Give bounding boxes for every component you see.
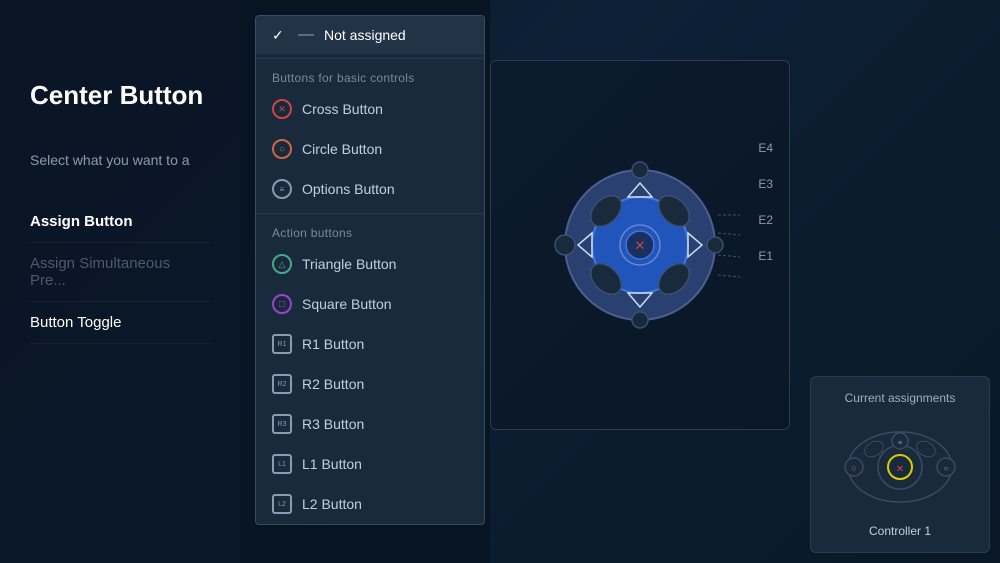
l2-label: L2 Button	[302, 496, 362, 512]
dropdown-menu[interactable]: ✓ — Not assigned Buttons for basic contr…	[255, 15, 485, 525]
r1-label: R1 Button	[302, 336, 364, 352]
svg-text:✕: ✕	[635, 238, 646, 253]
assignments-panel: Current assignments ✕ ≡ ○ ○ Controller 1	[810, 376, 990, 553]
options-icon: ≡	[272, 179, 292, 199]
assignments-title: Current assignments	[825, 391, 975, 405]
svg-text:✕: ✕	[896, 464, 904, 475]
e1-label: E1	[758, 249, 773, 263]
divider-1	[256, 58, 484, 59]
r3-icon: R3	[272, 414, 292, 434]
cross-icon: ✕	[272, 99, 292, 119]
circle-icon: ○	[272, 139, 292, 159]
e4-label: E4	[758, 141, 773, 155]
svg-text:≡: ≡	[898, 440, 902, 447]
triangle-label: Triangle Button	[302, 256, 396, 272]
dropdown-item-r2[interactable]: R2 R2 Button	[256, 364, 484, 404]
check-icon: ✓	[272, 27, 288, 44]
dropdown-item-r1[interactable]: R1 R1 Button	[256, 324, 484, 364]
menu-item-assign-button[interactable]: Assign Button	[30, 201, 210, 243]
options-label: Options Button	[302, 181, 395, 197]
dropdown-item-r3[interactable]: R3 R3 Button	[256, 404, 484, 444]
category-basic: Buttons for basic controls	[256, 63, 484, 89]
dropdown-item-triangle[interactable]: △ Triangle Button	[256, 244, 484, 284]
left-panel: Center Button Select what you want to a …	[0, 0, 240, 563]
e2-label: E2	[758, 213, 773, 227]
controller-svg: ✕	[510, 115, 770, 375]
e3-label: E3	[758, 177, 773, 191]
dropdown-item-square[interactable]: □ Square Button	[256, 284, 484, 324]
page-title: Center Button	[30, 80, 210, 111]
r3-label: R3 Button	[302, 416, 364, 432]
divider-2	[256, 213, 484, 214]
l1-label: L1 Button	[302, 456, 362, 472]
controller-label: Controller 1	[825, 524, 975, 538]
category-action: Action buttons	[256, 218, 484, 244]
not-assigned-label: Not assigned	[324, 27, 406, 43]
square-label: Square Button	[302, 296, 392, 312]
dropdown-item-cross[interactable]: ✕ Cross Button	[256, 89, 484, 129]
circle-label: Circle Button	[302, 141, 382, 157]
menu-item-button-toggle[interactable]: Button Toggle	[30, 302, 210, 344]
subtitle: Select what you want to a	[30, 151, 210, 171]
dropdown-item-options[interactable]: ≡ Options Button	[256, 169, 484, 209]
mini-controller-svg: ✕ ≡ ○ ○	[830, 419, 970, 509]
l2-icon: L2	[272, 494, 292, 514]
controller-diagram-area: E4 E3 E2 E1 ✕	[490, 60, 790, 430]
dropdown-item-l2[interactable]: L2 L2 Button	[256, 484, 484, 524]
dash-icon: —	[298, 26, 314, 44]
svg-text:○: ○	[851, 463, 856, 473]
r2-icon: R2	[272, 374, 292, 394]
dropdown-item-circle[interactable]: ○ Circle Button	[256, 129, 484, 169]
l1-icon: L1	[272, 454, 292, 474]
triangle-icon: △	[272, 254, 292, 274]
menu-item-assign-simultaneous: Assign Simultaneous Pre...	[30, 243, 210, 302]
dropdown-item-l1[interactable]: L1 L1 Button	[256, 444, 484, 484]
dropdown-item-not-assigned[interactable]: ✓ — Not assigned	[256, 16, 484, 54]
r1-icon: R1	[272, 334, 292, 354]
r2-label: R2 Button	[302, 376, 364, 392]
svg-text:○: ○	[944, 464, 949, 473]
cross-label: Cross Button	[302, 101, 383, 117]
square-icon: □	[272, 294, 292, 314]
